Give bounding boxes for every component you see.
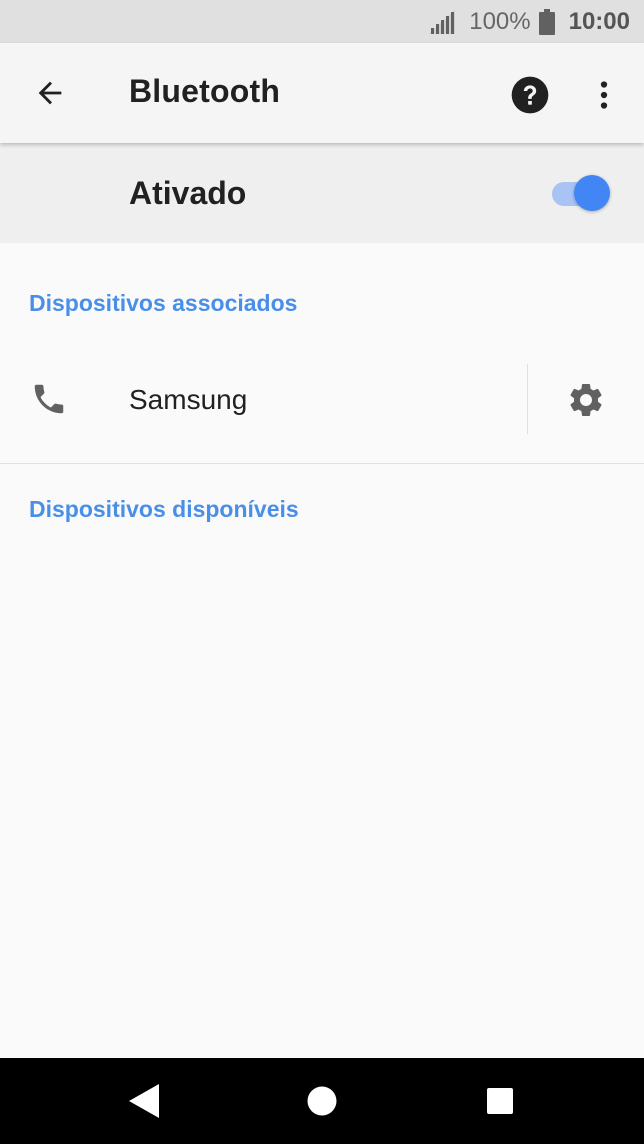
nav-back-button[interactable] [114, 1072, 174, 1130]
cell-signal-icon [429, 9, 456, 34]
nav-home-icon [307, 1086, 337, 1116]
bluetooth-settings-screen: 100% 10:00 Bluetooth Ativado Dispositivo… [0, 0, 644, 1144]
overflow-menu-button[interactable] [580, 71, 628, 119]
available-devices-header: Dispositivos disponíveis [29, 496, 299, 522]
phone-icon [34, 384, 64, 414]
paired-device-row[interactable]: Samsung [0, 346, 644, 452]
section-divider [0, 463, 644, 464]
arrow-back-icon [38, 81, 62, 105]
row-divider [527, 364, 528, 434]
toggle-thumb [574, 175, 610, 211]
paired-devices-header: Dispositivos associados [29, 290, 298, 316]
status-bar: 100% 10:00 [0, 0, 644, 43]
back-button[interactable] [20, 69, 80, 117]
master-switch-label: Ativado [129, 175, 247, 211]
nav-back-icon [129, 1084, 159, 1118]
battery-full-icon [538, 8, 555, 35]
nav-recents-icon [487, 1088, 513, 1114]
help-button[interactable] [504, 71, 556, 119]
app-bar: Bluetooth [0, 43, 644, 143]
help-circle-icon [511, 76, 549, 114]
device-name: Samsung [129, 384, 248, 415]
navigation-bar [0, 1058, 644, 1144]
bluetooth-master-switch-row[interactable]: Ativado [0, 143, 644, 243]
nav-home-button[interactable] [292, 1072, 352, 1130]
bluetooth-toggle[interactable] [552, 175, 612, 213]
more-vert-icon [600, 81, 608, 109]
gear-icon [570, 384, 602, 416]
battery-percent: 100% [469, 7, 531, 35]
page-title: Bluetooth [129, 73, 281, 109]
nav-recents-button[interactable] [470, 1072, 530, 1130]
device-settings-button[interactable] [556, 370, 616, 430]
status-clock: 10:00 [568, 7, 630, 35]
